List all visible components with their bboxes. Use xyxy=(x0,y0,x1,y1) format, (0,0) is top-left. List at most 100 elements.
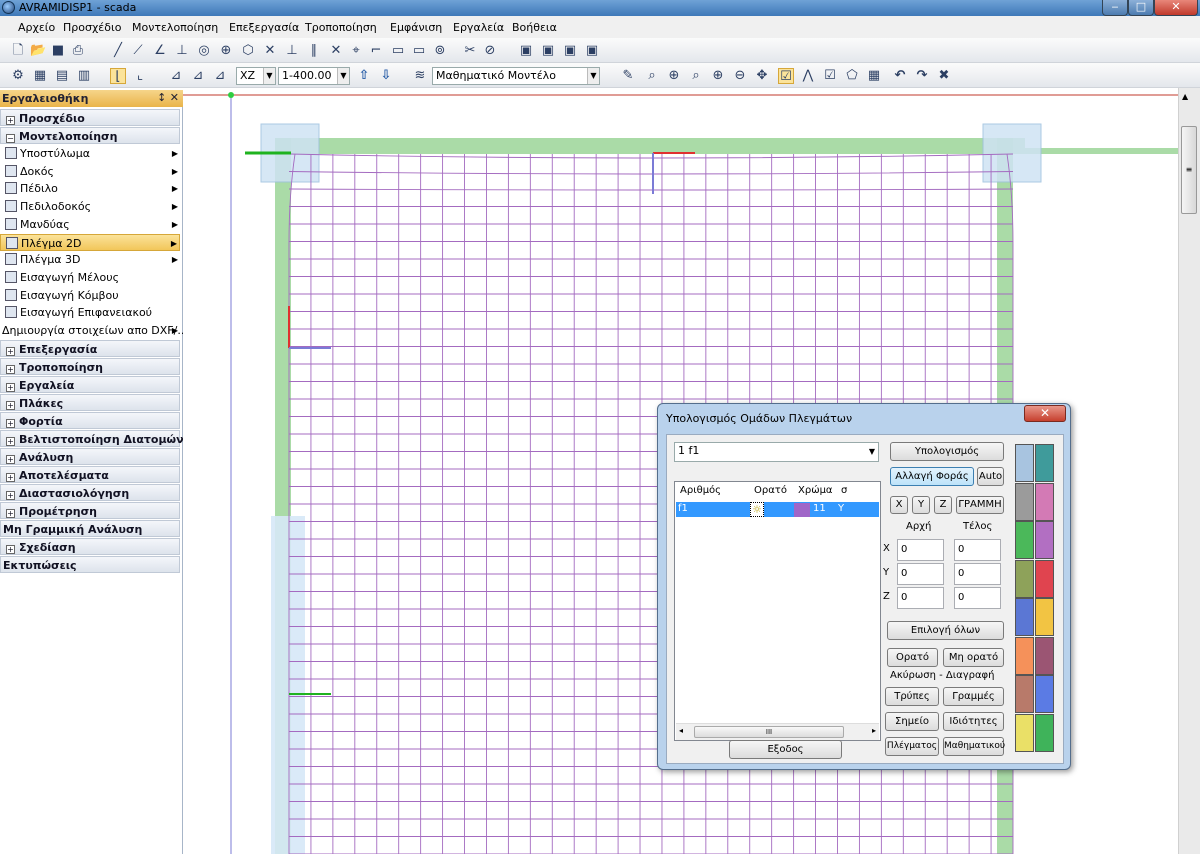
circle-icon[interactable]: ◎ xyxy=(196,43,212,59)
palette-swatch[interactable] xyxy=(1035,636,1054,675)
camera-icon[interactable]: ⊚ xyxy=(432,43,448,59)
scroll-right-icon[interactable]: ▸ xyxy=(872,726,876,735)
select-all-button[interactable]: Επιλογή όλων xyxy=(887,621,1004,640)
view-top-icon[interactable]: ▣ xyxy=(562,43,578,59)
scroll-left-icon[interactable]: ◂ xyxy=(679,726,683,735)
toolbox-item-2[interactable]: Υποστύλωμα ▶ xyxy=(0,145,180,162)
vertical-scrollbar[interactable]: ▲ ≡ xyxy=(1178,88,1200,854)
dimension-icon[interactable]: ⊥ xyxy=(284,43,300,59)
menu-view[interactable]: Εμφάνιση xyxy=(390,21,442,34)
toolbox-category-25[interactable]: Εκτυπώσεις xyxy=(0,555,180,573)
plane-yz-icon[interactable]: ⊿ xyxy=(212,68,228,84)
palette-swatch[interactable] xyxy=(1015,713,1034,752)
expand-icon[interactable]: + xyxy=(6,364,15,374)
visible-button[interactable]: Ορατό xyxy=(887,648,938,667)
row-color-swatch[interactable] xyxy=(794,503,810,517)
toolbox-item-3[interactable]: Δοκός ▶ xyxy=(0,163,180,180)
palette-swatch[interactable] xyxy=(1035,675,1054,713)
toolbox-item-11[interactable]: Εισαγωγή Επιφανειακού xyxy=(0,304,180,321)
plane-xz-icon[interactable]: ⊿ xyxy=(190,68,206,84)
chevron-down-icon[interactable]: ▼ xyxy=(866,443,878,461)
angle-icon[interactable]: ∠ xyxy=(152,43,168,59)
arrow-up-icon[interactable]: ⇧ xyxy=(356,68,372,84)
plane-select[interactable]: XZ ▼ xyxy=(236,67,276,85)
visible-toggle[interactable]: ☼ xyxy=(750,502,764,517)
shape-icon[interactable]: ⬠ xyxy=(844,68,860,84)
maximize-button[interactable]: □ xyxy=(1128,0,1154,16)
toolbox-category-0[interactable]: + Προσχέδιο xyxy=(0,109,180,126)
toolbox-item-6[interactable]: Μανδύας ▶ xyxy=(0,216,180,233)
holes-button[interactable]: Τρύπες xyxy=(885,687,939,706)
expand-icon[interactable]: + xyxy=(6,382,15,392)
toolbox-category-13[interactable]: + Επεξεργασία xyxy=(0,339,180,357)
perpendicular-icon[interactable]: ⊥ xyxy=(174,43,190,59)
toolbox-category-22[interactable]: + Προμέτρηση xyxy=(0,501,180,519)
cross-icon[interactable]: ✕ xyxy=(262,43,278,59)
check-active-icon[interactable]: ☑ xyxy=(778,68,794,84)
polyline-icon[interactable]: ⟋ xyxy=(130,43,146,59)
meshes-button[interactable]: Πλέγματος xyxy=(885,737,939,756)
menu-tools[interactable]: Εργαλεία xyxy=(453,21,504,34)
expand-icon[interactable]: + xyxy=(6,418,15,428)
toolbox-category-18[interactable]: + Βελτιστοποίηση Διατομών xyxy=(0,429,184,447)
toolbox-category-23[interactable]: Μη Γραμμική Ανάλυση xyxy=(0,519,180,537)
close-button[interactable]: ✕ xyxy=(1154,0,1198,16)
delete-icon[interactable]: ✖ xyxy=(936,68,952,84)
expand-icon[interactable]: + xyxy=(6,490,15,500)
zoom-out-icon[interactable]: ⊖ xyxy=(732,68,748,84)
calculator-icon[interactable]: ▦ xyxy=(866,68,882,84)
toolbox-item-10[interactable]: Εισαγωγή Κόμβου xyxy=(0,287,180,304)
intersect-icon[interactable]: ✕ xyxy=(328,43,344,59)
toolbox-item-5[interactable]: Πεδιλοδοκός ▶ xyxy=(0,198,180,215)
toolbox-category-19[interactable]: + Ανάλυση xyxy=(0,447,180,465)
palette-swatch[interactable] xyxy=(1035,598,1054,636)
zoom-extents-icon[interactable]: ⊕ xyxy=(710,68,726,84)
book-icon[interactable]: ▥ xyxy=(76,68,92,84)
axis-icon[interactable]: ⌊ xyxy=(110,68,126,84)
menu-modeling[interactable]: Μοντελοποίηση xyxy=(132,21,218,34)
chevron-down-icon[interactable]: ▼ xyxy=(263,68,275,84)
z-axis-button[interactable]: Z xyxy=(934,496,952,514)
toolbox-item-12[interactable]: Δημιουργία στοιχείων απο DXF/... ▶ xyxy=(0,322,188,339)
parallel-icon[interactable]: ∥ xyxy=(306,43,322,59)
toolbox-category-16[interactable]: + Πλάκες xyxy=(0,393,180,411)
expand-icon[interactable]: + xyxy=(6,508,15,518)
toolbox-category-14[interactable]: + Τροποποίηση xyxy=(0,357,180,375)
palette-swatch[interactable] xyxy=(1015,598,1034,636)
group-list[interactable]: Αριθμός Ορατό Χρώμα σ f1 ☼ 11 Y ◂ III ▸ xyxy=(674,481,881,741)
scroll-up-icon[interactable]: ▲ xyxy=(1182,92,1188,101)
auto-button[interactable]: Auto xyxy=(977,467,1004,486)
expand-icon[interactable]: + xyxy=(6,436,15,446)
graph-icon[interactable]: ⋀ xyxy=(800,68,816,84)
expand-icon[interactable]: + xyxy=(6,454,15,464)
x-end-field[interactable]: 0 xyxy=(954,539,1001,561)
palette-swatch[interactable] xyxy=(1035,521,1054,559)
pencil-icon[interactable]: ✎ xyxy=(620,68,636,84)
properties-button[interactable]: Ιδιότητες xyxy=(943,712,1004,731)
zoom-in-icon[interactable]: ⊕ xyxy=(666,68,682,84)
polygon-icon[interactable]: ⬡ xyxy=(240,43,256,59)
toolbox-item-4[interactable]: Πέδιλο ▶ xyxy=(0,180,180,197)
palette-swatch[interactable] xyxy=(1015,482,1034,521)
zoom-window-icon[interactable]: ⌕ xyxy=(644,68,660,84)
level-select[interactable]: 1-400.00 ▼ xyxy=(278,67,350,85)
toolbox-item-9[interactable]: Εισαγωγή Μέλους xyxy=(0,269,180,286)
corner-icon[interactable]: ⌐ xyxy=(368,43,384,59)
minimize-button[interactable]: ‒ xyxy=(1102,0,1128,16)
arrow-down-icon[interactable]: ⇩ xyxy=(378,68,394,84)
exit-button[interactable]: Εξοδος xyxy=(729,740,842,759)
pin-close-icon[interactable]: ↕ ✕ xyxy=(157,91,179,104)
column-number[interactable]: Αριθμός xyxy=(680,485,721,496)
redo-icon[interactable]: ↷ xyxy=(914,68,930,84)
palette-swatch[interactable] xyxy=(1015,521,1034,559)
palette-swatch[interactable] xyxy=(1015,444,1034,482)
menu-draft[interactable]: Προσχέδιο xyxy=(63,21,121,34)
y-end-field[interactable]: 0 xyxy=(954,563,1001,585)
x-start-field[interactable]: 0 xyxy=(897,539,944,561)
column-color[interactable]: Χρώμα xyxy=(798,485,833,496)
new-icon[interactable]: 🗋 xyxy=(10,43,26,59)
view-front-icon[interactable]: ▣ xyxy=(518,43,534,59)
toolbox-category-15[interactable]: + Εργαλεία xyxy=(0,375,180,393)
palette-swatch[interactable] xyxy=(1035,559,1054,598)
abs-icon[interactable]: ▭ xyxy=(390,43,406,59)
